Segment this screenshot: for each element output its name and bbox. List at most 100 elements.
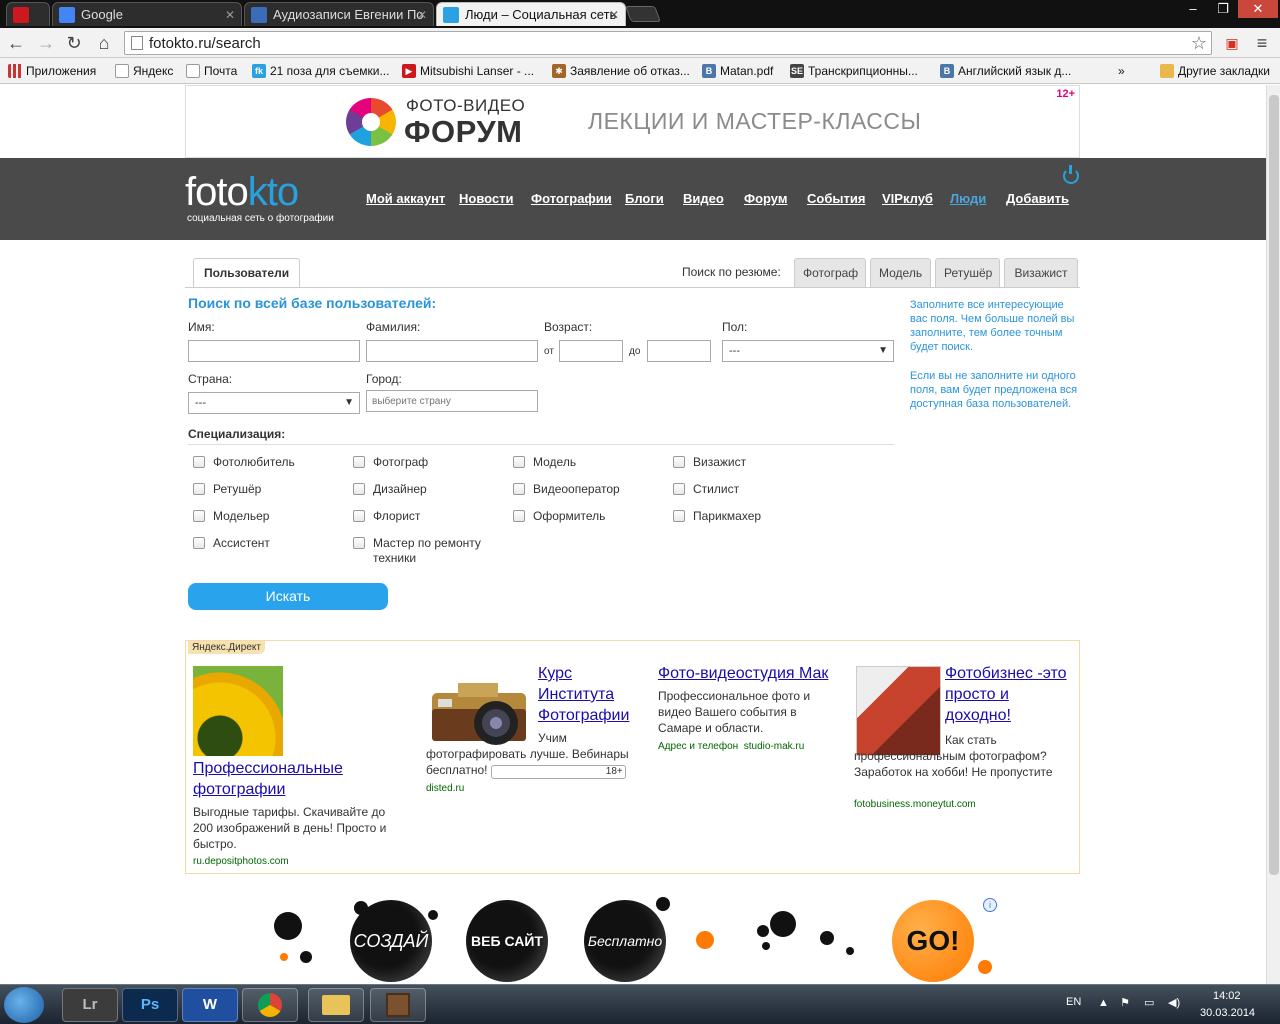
checkbox-box[interactable] — [353, 510, 365, 522]
ad-title[interactable]: Фотобизнес -это просто и доходно! — [945, 663, 1075, 726]
checkbox-box[interactable] — [673, 510, 685, 522]
checkbox-box[interactable] — [513, 456, 525, 468]
specialization-checkbox[interactable]: Фотолюбитель — [193, 455, 295, 470]
city-input[interactable] — [366, 390, 538, 412]
bookmark-english[interactable]: B Английский язык д... — [940, 62, 1071, 80]
search-button[interactable]: Искать — [188, 583, 388, 610]
language-indicator[interactable]: EN — [1066, 996, 1081, 1008]
extension-icon[interactable]: ▣ — [1220, 31, 1244, 55]
close-window-button[interactable]: ✕ — [1238, 0, 1278, 18]
page-scrollbar[interactable] — [1266, 85, 1280, 984]
specialization-checkbox[interactable]: Мастер по ремонту техники — [353, 536, 483, 566]
sunflower-image[interactable] — [193, 666, 283, 756]
site-logo[interactable]: fotokto — [185, 170, 299, 215]
minimize-button[interactable]: – — [1178, 0, 1208, 18]
forum-banner[interactable]: ФОТО-ВИДЕО ФОРУМ ЛЕКЦИИ И МАСТЕР-КЛАССЫ … — [185, 85, 1080, 158]
bookmark-mail[interactable]: Почта — [186, 62, 237, 80]
browser-tab-fotokto[interactable]: Люди – Социальная сеть ✕ — [436, 2, 626, 26]
ad-title[interactable]: Профессиональные фотографии — [193, 758, 373, 800]
info-icon[interactable]: i — [983, 898, 997, 912]
specialization-checkbox[interactable]: Оформитель — [513, 509, 605, 524]
bookmark-zayavlenie[interactable]: ✱ Заявление об отказ... — [552, 62, 690, 80]
url-input[interactable] — [149, 34, 1179, 52]
back-button[interactable]: ← — [4, 31, 28, 55]
checkbox-box[interactable] — [673, 456, 685, 468]
checkbox-box[interactable] — [193, 456, 205, 468]
maximize-button[interactable]: ❐ — [1208, 0, 1238, 18]
checkbox-box[interactable] — [353, 537, 365, 549]
reload-button[interactable]: ↻ — [62, 31, 86, 55]
browser-tab-vk[interactable]: Аудиозаписи Евгении По ✕ — [244, 2, 434, 26]
specialization-checkbox[interactable]: Дизайнер — [353, 482, 427, 497]
specialization-checkbox[interactable]: Модельер — [193, 509, 269, 524]
nav-vipclub[interactable]: VIPклуб — [882, 191, 933, 206]
specialization-checkbox[interactable]: Визажист — [673, 455, 746, 470]
specialization-checkbox[interactable]: Видеооператор — [513, 482, 620, 497]
forward-button[interactable]: → — [34, 31, 58, 55]
home-button[interactable]: ⌂ — [92, 31, 116, 55]
nav-photos[interactable]: Фотографии — [531, 191, 612, 206]
nav-events[interactable]: События — [807, 191, 865, 206]
surname-input[interactable] — [366, 340, 538, 362]
bookmark-youtube[interactable]: ▶ Mitsubishi Lanser - ... — [402, 62, 534, 80]
taskbar-explorer[interactable] — [308, 988, 364, 1022]
tab-resume-photographer[interactable]: Фотограф — [794, 258, 866, 288]
specialization-checkbox[interactable]: Модель — [513, 455, 576, 470]
tab-resume-model[interactable]: Модель — [870, 258, 931, 288]
specialization-checkbox[interactable]: Стилист — [673, 482, 739, 497]
nav-my-account[interactable]: Мой аккаунт — [366, 191, 445, 206]
ad-title[interactable]: Фото-видеостудия Мак — [658, 663, 838, 684]
bookmark-star-icon[interactable]: ☆ — [1191, 32, 1207, 54]
browser-tab-youtube[interactable] — [6, 2, 50, 26]
taskbar-lightroom[interactable]: Lr — [62, 988, 118, 1022]
ad-url[interactable]: fotobusiness.moneytut.com — [854, 799, 976, 810]
age-from-input[interactable] — [559, 340, 623, 362]
network-icon[interactable]: ▭ — [1144, 996, 1154, 1009]
ad-title[interactable]: Курс Института Фотографии — [538, 663, 638, 726]
nav-people[interactable]: Люди — [950, 191, 986, 206]
taskbar-photoshop[interactable]: Ps — [122, 988, 178, 1022]
specialization-checkbox[interactable]: Ретушёр — [193, 482, 261, 497]
checkbox-box[interactable] — [193, 483, 205, 495]
checkbox-box[interactable] — [673, 483, 685, 495]
checkbox-box[interactable] — [513, 483, 525, 495]
bookmark-matan[interactable]: B Matan.pdf — [702, 62, 773, 80]
go-button[interactable]: GO! — [892, 900, 974, 982]
checkbox-box[interactable] — [193, 510, 205, 522]
checkbox-box[interactable] — [513, 510, 525, 522]
taskbar-chrome[interactable] — [242, 988, 298, 1022]
close-tab-icon[interactable]: ✕ — [609, 3, 619, 26]
power-icon[interactable] — [1063, 165, 1079, 184]
taskbar-minecraft[interactable] — [370, 988, 426, 1022]
nav-forum[interactable]: Форум — [744, 191, 787, 206]
tab-resume-retoucher[interactable]: Ретушёр — [935, 258, 1000, 288]
nav-video[interactable]: Видео — [683, 191, 724, 206]
checkbox-box[interactable] — [353, 483, 365, 495]
bookmarks-overflow[interactable]: » — [1118, 62, 1125, 80]
clock-date[interactable]: 30.03.2014 — [1200, 1007, 1255, 1019]
bookmark-transkr[interactable]: SE Транскрипционны... — [790, 62, 918, 80]
new-tab-button[interactable] — [625, 6, 661, 22]
checkbox-box[interactable] — [193, 537, 205, 549]
start-button[interactable] — [4, 987, 44, 1023]
ad-url[interactable]: disted.ru — [426, 783, 464, 794]
close-tab-icon[interactable]: ✕ — [225, 3, 235, 26]
address-bar[interactable]: ☆ — [124, 31, 1212, 55]
browser-tab-google[interactable]: Google ✕ — [52, 2, 242, 26]
specialization-checkbox[interactable]: Парикмахер — [673, 509, 761, 524]
nav-news[interactable]: Новости — [459, 191, 514, 206]
bookmark-apps[interactable]: Приложения — [8, 62, 96, 80]
ad-url[interactable]: ru.depositphotos.com — [193, 856, 289, 867]
volume-icon[interactable]: ◀) — [1168, 996, 1180, 1009]
specialization-checkbox[interactable]: Флорист — [353, 509, 420, 524]
name-input[interactable] — [188, 340, 360, 362]
taskbar-word[interactable]: W — [182, 988, 238, 1022]
nav-add[interactable]: Добавить — [1006, 191, 1069, 206]
close-tab-icon[interactable]: ✕ — [417, 3, 427, 26]
age-to-input[interactable] — [647, 340, 711, 362]
bookmark-other[interactable]: Другие закладки — [1160, 62, 1270, 80]
bookmark-yandex[interactable]: Яндекс — [115, 62, 173, 80]
tab-resume-makeup[interactable]: Визажист — [1004, 258, 1078, 288]
checkbox-box[interactable] — [353, 456, 365, 468]
tab-users[interactable]: Пользователи — [193, 258, 301, 288]
